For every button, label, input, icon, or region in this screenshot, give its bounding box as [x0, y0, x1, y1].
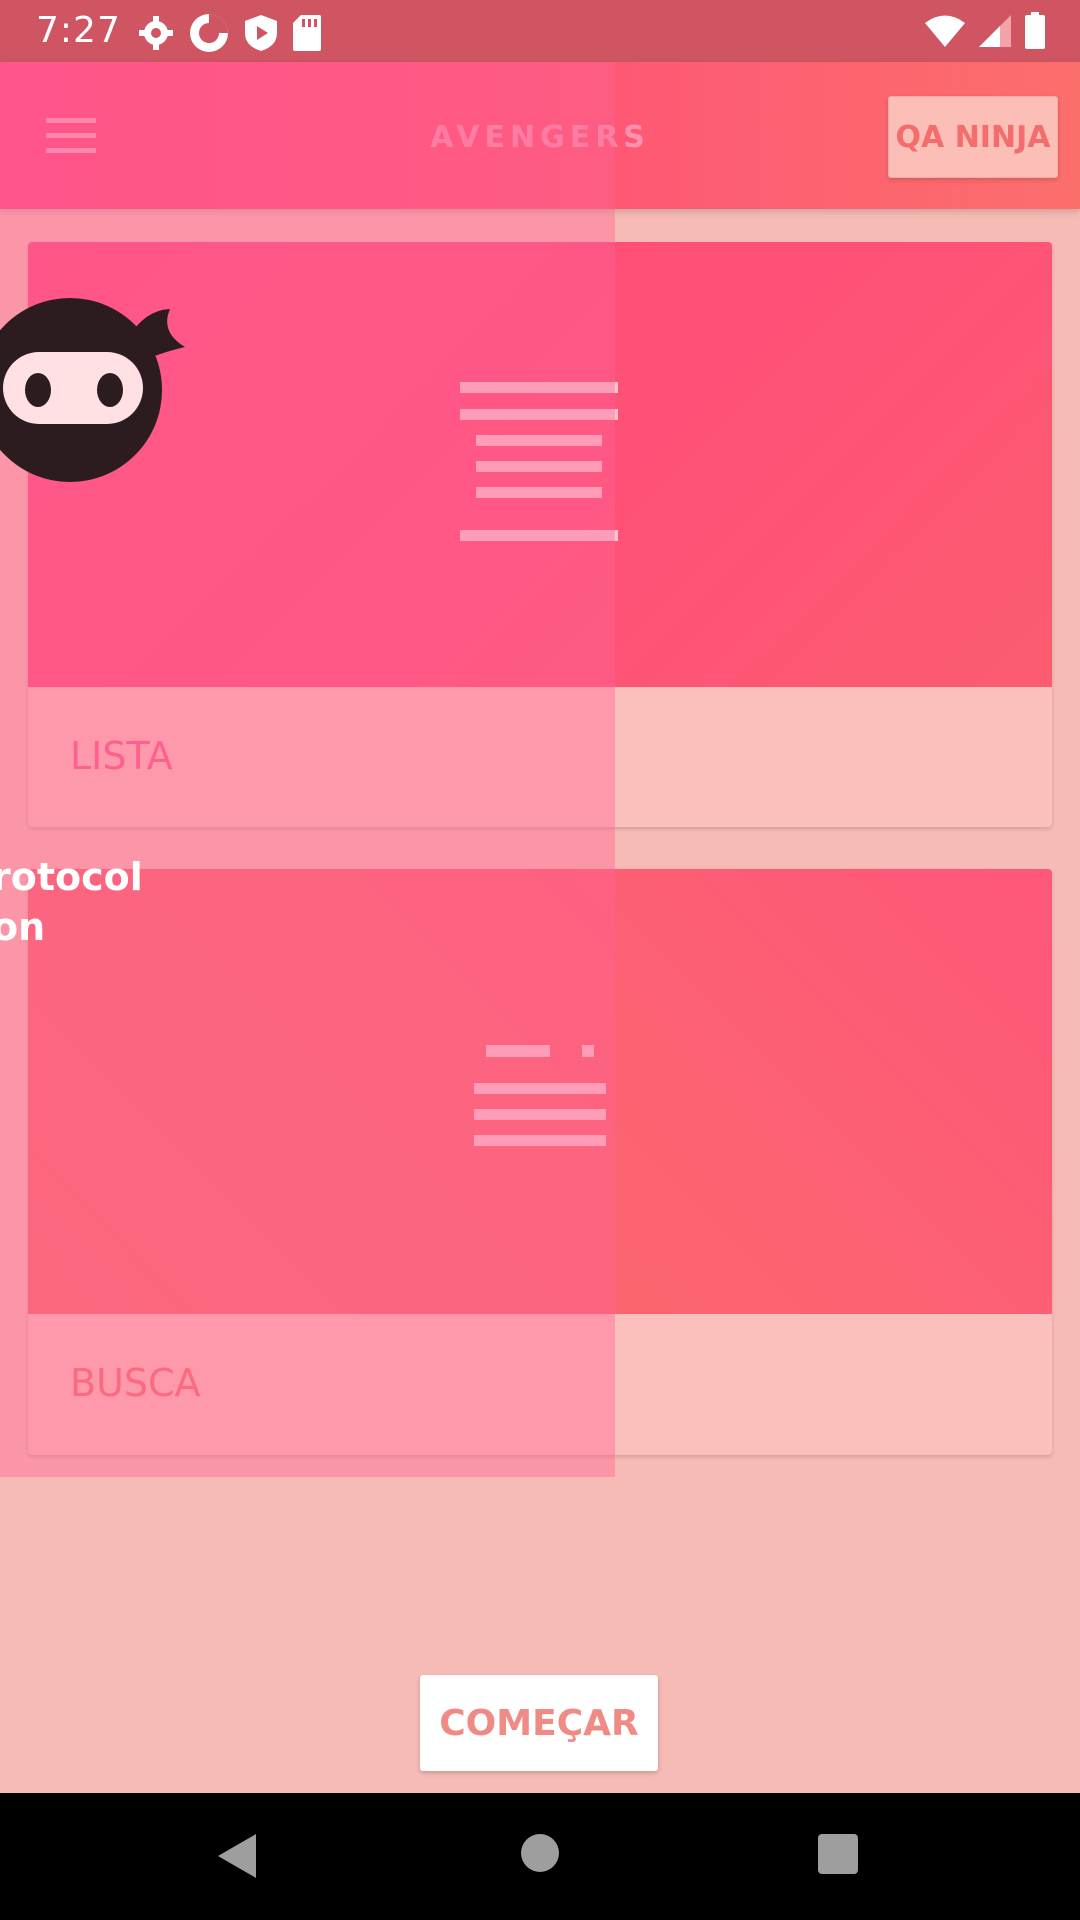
- status-icons-left: [138, 12, 322, 54]
- overlay-text-line-1: rotocol: [0, 855, 143, 899]
- status-icons-right: [924, 12, 1046, 50]
- back-icon[interactable]: [216, 1832, 258, 1880]
- signal-icon: [979, 15, 1011, 47]
- battery-icon: [1025, 12, 1045, 49]
- status-time: 7:27: [36, 10, 121, 51]
- search-placeholder-icon: [474, 1045, 606, 1146]
- home-icon[interactable]: [521, 1834, 559, 1872]
- sync-icon: [190, 14, 228, 52]
- overlay-text-line-2: on: [0, 905, 46, 949]
- settings-icon: [139, 16, 173, 50]
- list-placeholder-icon: [460, 382, 618, 541]
- busca-card-label: BUSCA: [70, 1361, 201, 1405]
- start-button[interactable]: COMEÇAR: [420, 1675, 658, 1771]
- app-toolbar: AVENGERS QA NINJA: [0, 62, 1080, 209]
- ninja-logo: [0, 298, 185, 482]
- busca-card-media: [28, 869, 1052, 1314]
- qa-ninja-button[interactable]: QA NINJA: [888, 96, 1058, 178]
- status-bar: 7:27: [0, 0, 1080, 62]
- sd-card-icon: [293, 15, 321, 51]
- wifi-icon: [925, 15, 965, 47]
- busca-card[interactable]: BUSCA: [28, 869, 1052, 1455]
- overlay-text: rotocol on: [0, 852, 143, 952]
- navigation-bar: [0, 1793, 1080, 1920]
- shield-icon: [245, 15, 277, 51]
- recents-icon[interactable]: [818, 1834, 858, 1874]
- lista-card-label: LISTA: [70, 734, 173, 778]
